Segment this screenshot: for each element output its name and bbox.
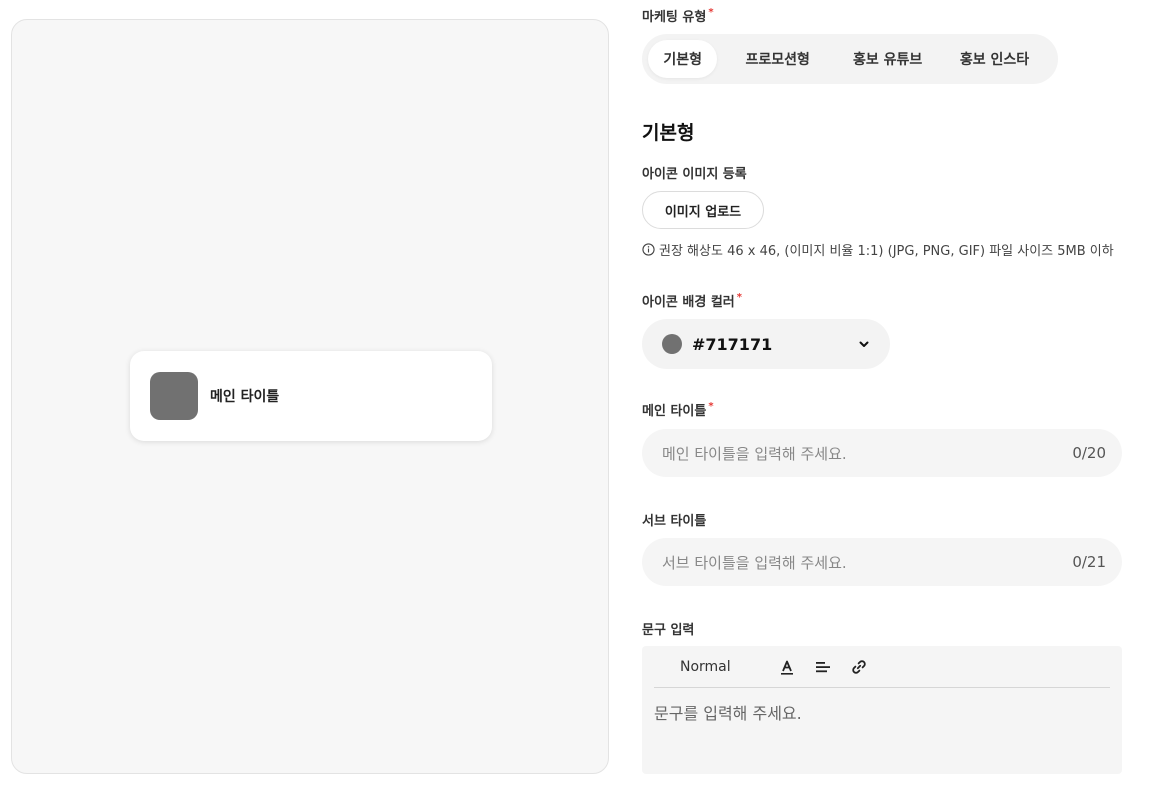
editor-textarea[interactable]: 문구를 입력해 주세요.: [654, 700, 802, 724]
marketing-type-option-basic[interactable]: 기본형: [648, 40, 718, 78]
icon-image-hint: 권장 해상도 46 x 46, (이미지 비율 1:1) (JPG, PNG, …: [642, 240, 1114, 259]
chevron-down-icon: [859, 341, 869, 347]
required-mark: *: [708, 7, 714, 18]
phrase-input-label: 문구 입력: [642, 623, 695, 638]
section-title: 기본형: [642, 122, 695, 144]
preview-card: 메인 타이틀: [130, 351, 492, 441]
marketing-type-option-promotion[interactable]: 프로모션형: [717, 40, 838, 78]
preview-card-title: 메인 타이틀: [210, 389, 280, 405]
sub-title-input[interactable]: 서브 타이틀을 입력해 주세요. 0/21: [642, 538, 1122, 586]
marketing-form: 마케팅 유형 * 기본형 프로모션형 홍보 유튜브 홍보 인스타 기본형 아이콘 …: [642, 0, 1132, 786]
icon-image-label: 아이콘 이미지 등록: [642, 167, 747, 182]
marketing-type-option-instagram[interactable]: 홍보 인스타: [937, 40, 1052, 78]
color-value: #717171: [692, 334, 773, 354]
align-icon[interactable]: [814, 658, 832, 676]
marketing-type-option-youtube[interactable]: 홍보 유튜브: [838, 40, 937, 78]
editor-toolbar: Normal: [654, 646, 1110, 688]
info-icon: [642, 243, 655, 256]
image-upload-button[interactable]: 이미지 업로드: [642, 191, 764, 229]
required-mark: *: [736, 292, 743, 303]
phrase-editor: Normal 문구를 입력해 주세요.: [642, 646, 1122, 774]
icon-bg-color-select[interactable]: #717171: [642, 319, 890, 369]
format-select[interactable]: Normal: [680, 659, 760, 675]
main-title-label: 메인 타이틀 *: [642, 401, 714, 419]
sub-title-counter: 0/21: [1072, 553, 1106, 571]
preview-icon: [150, 372, 198, 420]
sub-title-label: 서브 타이틀: [642, 514, 707, 529]
marketing-type-selector: 기본형 프로모션형 홍보 유튜브 홍보 인스타: [642, 34, 1058, 84]
preview-panel: 메인 타이틀: [11, 19, 609, 774]
required-mark: *: [708, 401, 714, 412]
main-title-input[interactable]: 메인 타이틀을 입력해 주세요. 0/20: [642, 429, 1122, 477]
icon-bg-color-label: 아이콘 배경 컬러 *: [642, 292, 743, 310]
link-icon[interactable]: [850, 658, 868, 676]
main-title-counter: 0/20: [1072, 444, 1106, 462]
main-title-placeholder: 메인 타이틀을 입력해 주세요.: [662, 444, 847, 463]
sub-title-placeholder: 서브 타이틀을 입력해 주세요.: [662, 553, 847, 572]
color-swatch: [662, 334, 682, 354]
text-color-icon[interactable]: [778, 658, 796, 676]
marketing-type-label: 마케팅 유형 *: [642, 7, 714, 25]
